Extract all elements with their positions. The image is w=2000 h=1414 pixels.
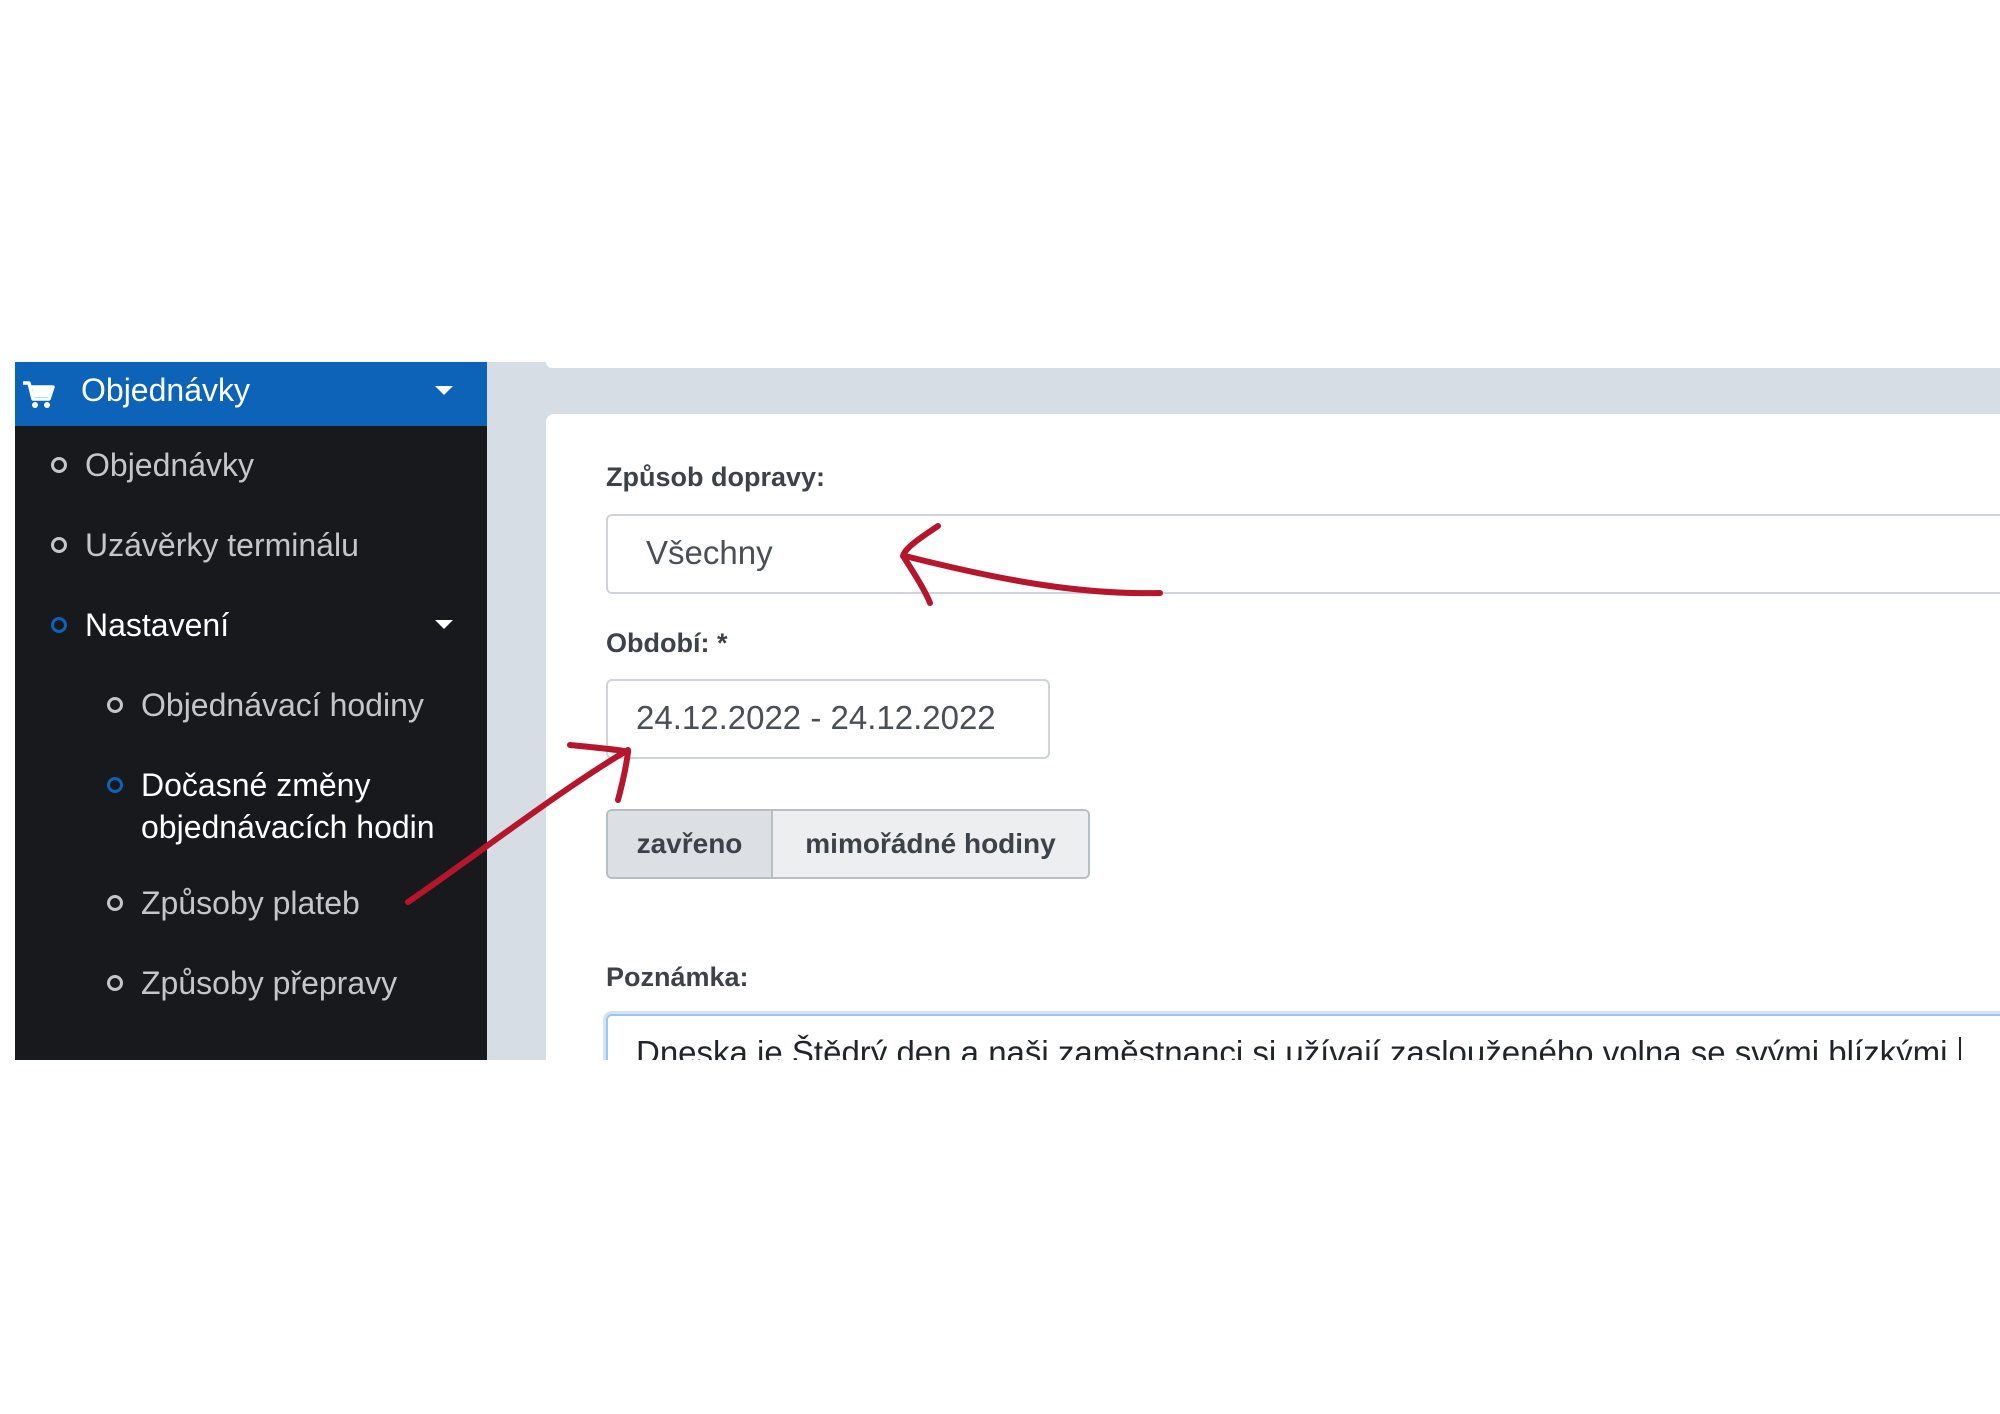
circle-icon (107, 697, 123, 713)
circle-icon (107, 975, 123, 991)
top-card-edge (546, 362, 2000, 368)
circle-icon (51, 457, 67, 473)
sidebar-item-label: Způsoby přepravy (141, 965, 398, 1001)
sidebar-item-label: Způsoby plateb (141, 885, 360, 921)
circle-icon (51, 617, 67, 633)
caret-down-icon (435, 386, 453, 395)
caret-down-icon (435, 620, 453, 629)
circle-icon (107, 895, 123, 911)
sidebar-item-label: Objednávací hodiny (141, 687, 424, 723)
note-label: Poznámka: (606, 962, 749, 992)
note-input-value: Dneska je Štědrý den a naši zaměstnanci … (636, 1034, 1957, 1060)
sidebar-item-label-line2: objednávacích hodin (141, 809, 435, 845)
sidebar-item-temporary-changes[interactable]: Dočasné změny objednávacích hodin (15, 744, 487, 862)
cart-icon (23, 381, 55, 408)
circle-icon (51, 537, 67, 553)
app-screenshot: Objednávky Objednávky Uzávěrky terminálu… (15, 362, 2000, 1060)
transport-select[interactable]: Všechny (606, 514, 2000, 594)
sidebar-item-label: Uzávěrky terminálu (85, 527, 359, 563)
sidebar-header-orders[interactable]: Objednávky (15, 362, 487, 426)
circle-icon (107, 777, 123, 793)
extra-hours-toggle-button[interactable]: mimořádné hodiny (773, 811, 1088, 877)
period-input[interactable]: 24.12.2022 - 24.12.2022 (606, 679, 1050, 759)
sidebar-item-label: Objednávky (85, 447, 254, 483)
sidebar-item-terminal-closures[interactable]: Uzávěrky terminálu (15, 504, 487, 584)
period-input-value: 24.12.2022 - 24.12.2022 (636, 699, 996, 736)
sidebar-item-label: Nastavení (85, 607, 230, 643)
sidebar-item-payment-methods[interactable]: Způsoby plateb (15, 862, 487, 942)
transport-select-value: Všechny (646, 534, 773, 571)
transport-label: Způsob dopravy: (606, 462, 826, 492)
closed-toggle-button[interactable]: zavřeno (608, 811, 773, 877)
sidebar-item-label: Dočasné změny (141, 767, 371, 803)
sidebar-item-transport-methods[interactable]: Způsoby přepravy (15, 942, 487, 1022)
text-cursor (1958, 1037, 1961, 1060)
mode-toggle-group: zavřeno mimořádné hodiny (606, 809, 1090, 879)
sidebar-item-order-hours[interactable]: Objednávací hodiny (15, 664, 487, 744)
note-input[interactable]: Dneska je Štědrý den a naši zaměstnanci … (606, 1014, 2000, 1060)
sidebar: Objednávky Objednávky Uzávěrky terminálu… (15, 362, 487, 1060)
sidebar-item-settings[interactable]: Nastavení (15, 584, 487, 664)
form-card: Způsob dopravy: Všechny Období: * 24.12.… (546, 414, 2000, 1060)
period-label: Období: * (606, 628, 728, 658)
sidebar-header-label: Objednávky (81, 372, 250, 408)
sidebar-item-orders[interactable]: Objednávky (15, 424, 487, 504)
